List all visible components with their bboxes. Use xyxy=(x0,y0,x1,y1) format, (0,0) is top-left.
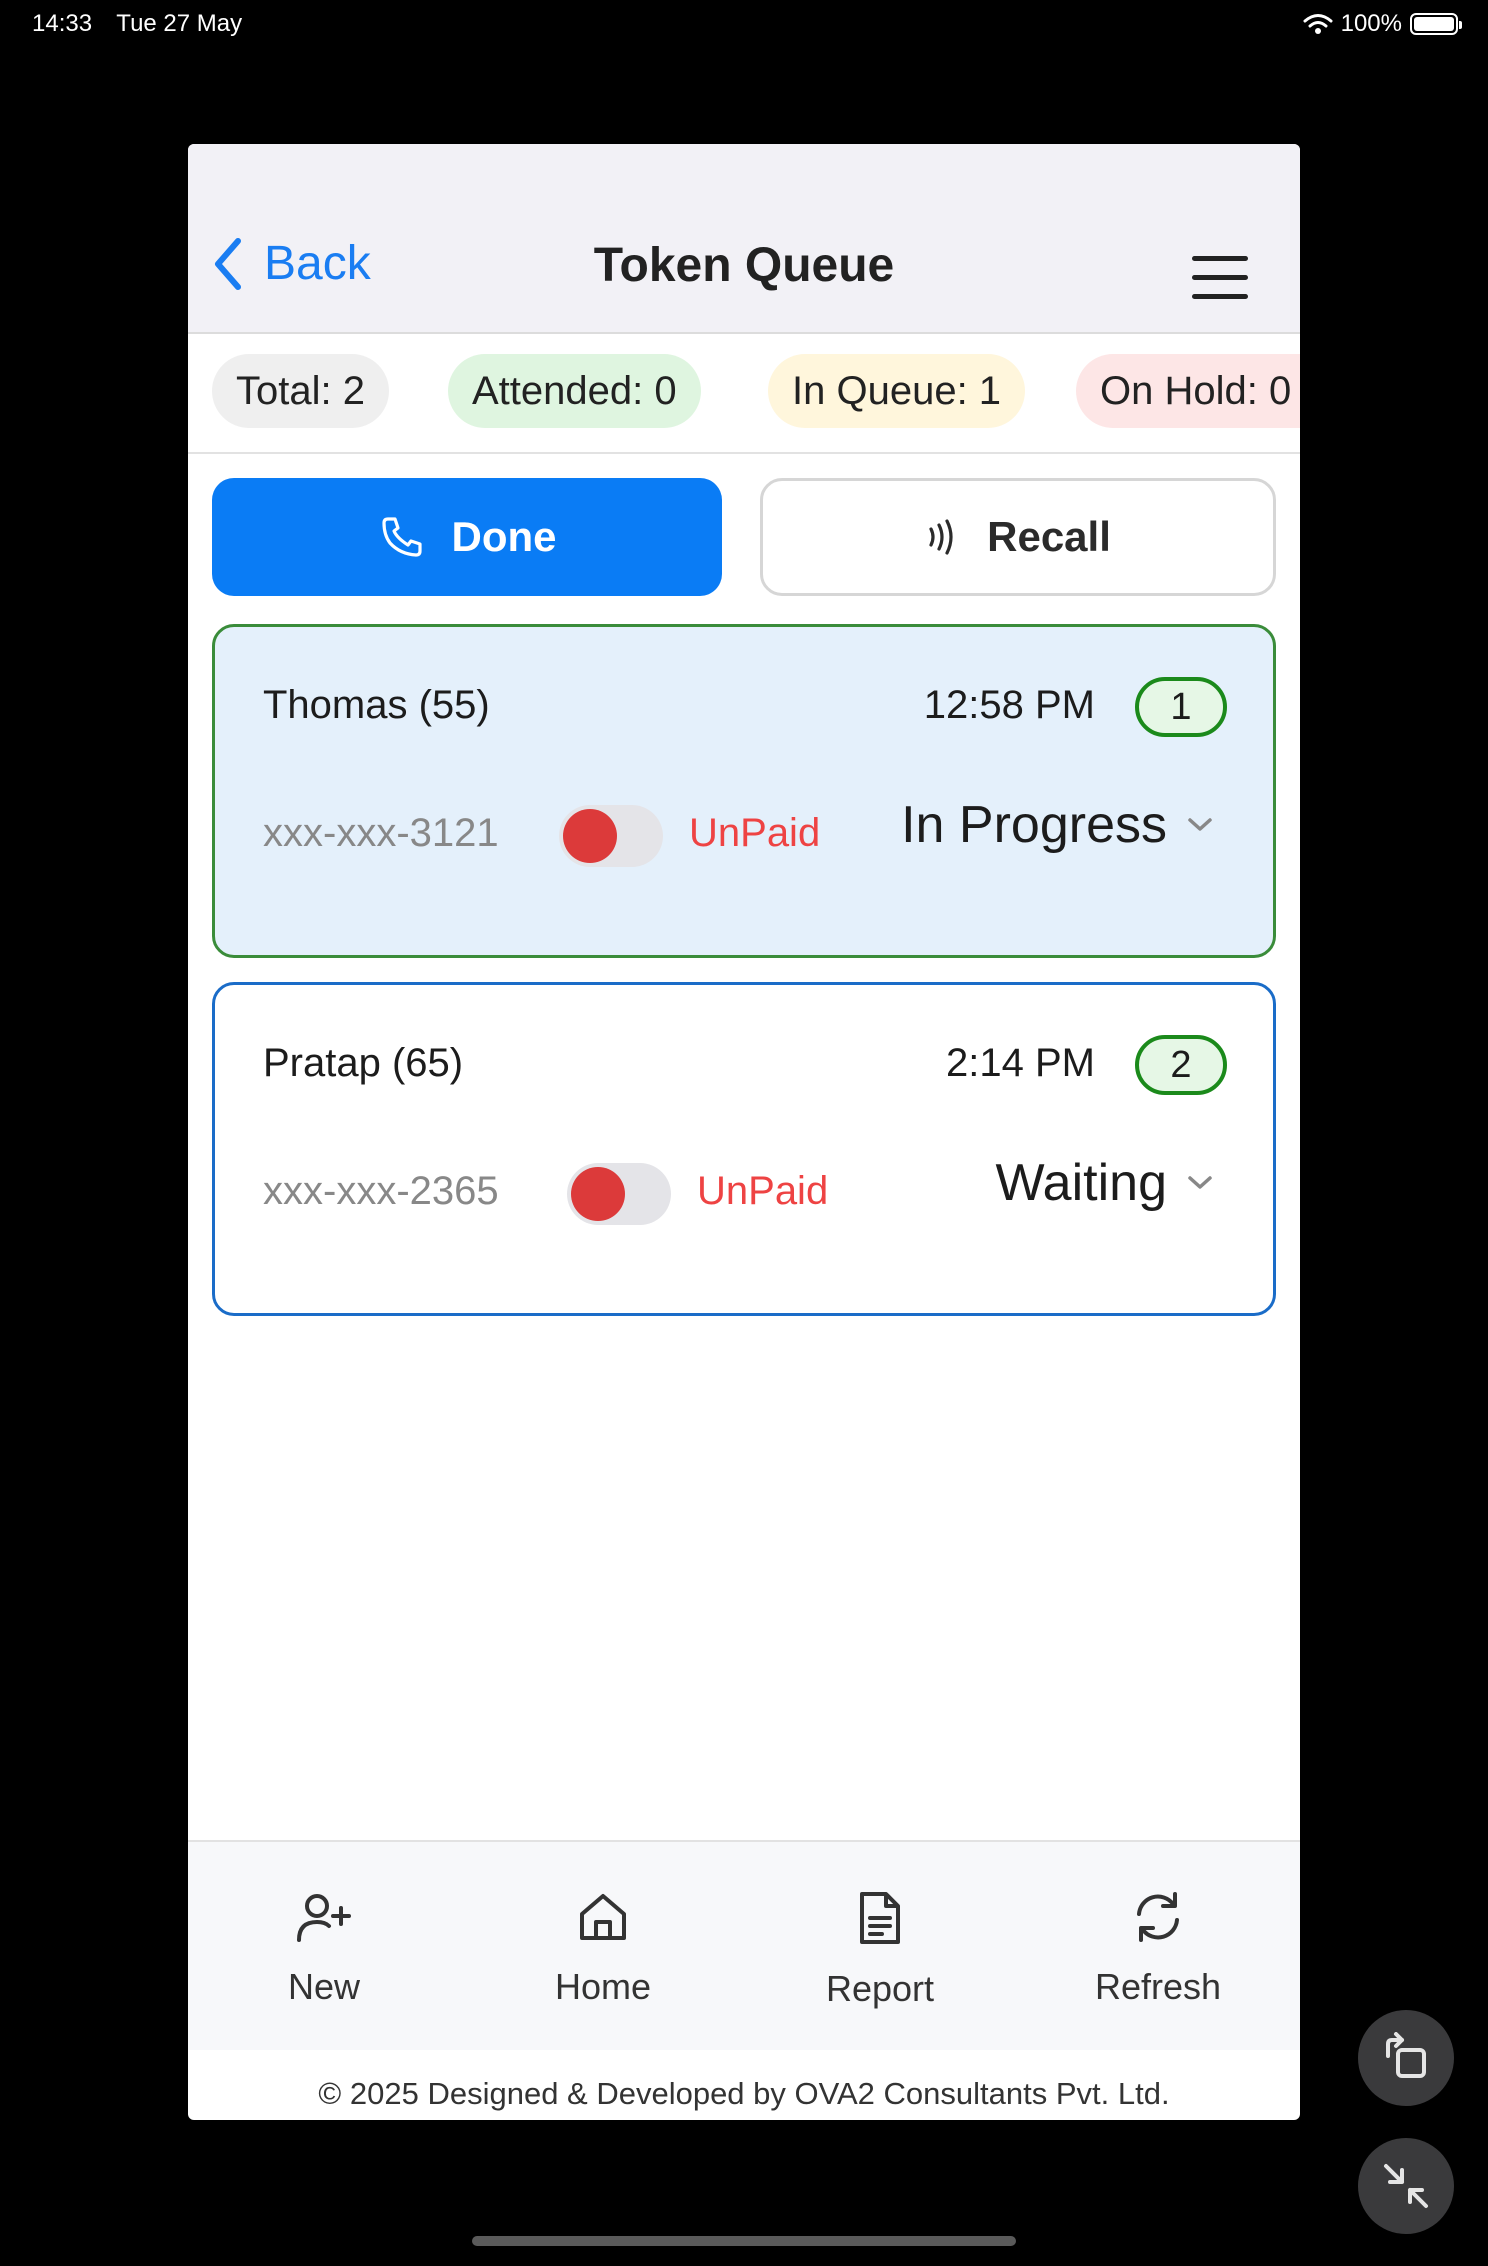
refresh-icon xyxy=(1137,1892,1179,1942)
done-label: Done xyxy=(451,513,557,560)
rotate-screen-button[interactable] xyxy=(1358,2010,1454,2106)
user-plus-icon xyxy=(297,1894,351,1942)
battery-icon xyxy=(1410,13,1462,35)
status-bar: 14:33 Tue 27 May 100% xyxy=(0,0,1488,50)
minimize-button[interactable] xyxy=(1358,2138,1454,2234)
hamburger-menu-icon[interactable] xyxy=(1192,256,1248,302)
recall-button[interactable]: Recall xyxy=(760,478,1276,596)
status-date: Tue 27 May xyxy=(116,10,243,37)
back-button[interactable]: Back xyxy=(212,236,371,291)
done-button[interactable]: Done xyxy=(212,478,722,596)
chevron-left-icon xyxy=(215,237,241,290)
stat-total-pill: Total: 2 xyxy=(212,354,389,428)
token-time: 12:58 PM xyxy=(923,683,1095,727)
payment-toggle[interactable] xyxy=(567,1163,671,1225)
app-window: Back Token Queue Total: 2 Attended: 0 In… xyxy=(188,144,1300,2120)
navigation-bar: Back Token Queue xyxy=(188,144,1300,334)
token-number-badge: 2 xyxy=(1135,1035,1227,1095)
patient-phone: xxx-xxx-2365 xyxy=(263,1169,499,1213)
wifi-icon xyxy=(1303,14,1333,34)
stat-attended-pill: Attended: 0 xyxy=(448,354,701,428)
patient-phone: xxx-xxx-3121 xyxy=(263,811,499,855)
stat-on-hold-pill: On Hold: 0 xyxy=(1076,354,1300,428)
status-value: In Progress xyxy=(901,796,1167,854)
copyright-footer: © 2025 Designed & Developed by OVA2 Cons… xyxy=(318,2076,1170,2111)
token-time: 2:14 PM xyxy=(946,1041,1095,1085)
rotate-icon xyxy=(1386,2032,1426,2078)
tab-new-label: New xyxy=(287,1966,361,2007)
back-label: Back xyxy=(264,237,371,290)
tab-refresh[interactable]: Refresh xyxy=(1068,1890,1248,2008)
token-number-badge: 1 xyxy=(1135,677,1227,737)
home-indicator[interactable] xyxy=(472,2236,1016,2246)
status-time: 14:33 xyxy=(32,10,93,37)
token-card[interactable]: Thomas (55) 12:58 PM 1 xxx-xxx-3121 UnPa… xyxy=(212,624,1276,958)
status-dropdown[interactable]: Waiting xyxy=(996,1153,1213,1213)
sound-waves-icon xyxy=(929,519,953,555)
tab-home[interactable]: Home xyxy=(513,1890,693,2008)
tab-new[interactable]: New xyxy=(234,1890,414,2008)
chevron-down-icon xyxy=(1188,1176,1212,1189)
tab-report[interactable]: Report xyxy=(790,1890,970,2010)
recall-label: Recall xyxy=(987,513,1111,560)
token-card[interactable]: Pratap (65) 2:14 PM 2 xxx-xxx-2365 UnPai… xyxy=(212,982,1276,1316)
patient-name: Pratap (65) xyxy=(263,1041,464,1085)
stat-in-queue-pill: In Queue: 1 xyxy=(768,354,1026,428)
tab-refresh-label: Refresh xyxy=(1094,1966,1222,2007)
document-icon xyxy=(860,1892,900,1944)
status-value: Waiting xyxy=(995,1154,1167,1212)
battery-percent: 100% xyxy=(1340,10,1402,37)
chevron-down-icon xyxy=(1188,818,1212,831)
status-dropdown[interactable]: In Progress xyxy=(901,795,1213,855)
phone-icon xyxy=(381,517,422,557)
payment-status: UnPaid xyxy=(689,811,821,855)
patient-name: Thomas (55) xyxy=(263,683,490,727)
collapse-arrows-icon xyxy=(1384,2164,1428,2208)
tab-report-label: Report xyxy=(825,1968,935,2009)
tab-home-label: Home xyxy=(554,1966,652,2007)
home-icon xyxy=(580,1894,626,1940)
queue-stats-bar[interactable]: Total: 2 Attended: 0 In Queue: 1 On Hold… xyxy=(188,334,1300,454)
bottom-tab-bar: New Home Report Refresh xyxy=(188,1840,1300,2050)
payment-toggle[interactable] xyxy=(559,805,663,867)
payment-status: UnPaid xyxy=(697,1169,829,1213)
